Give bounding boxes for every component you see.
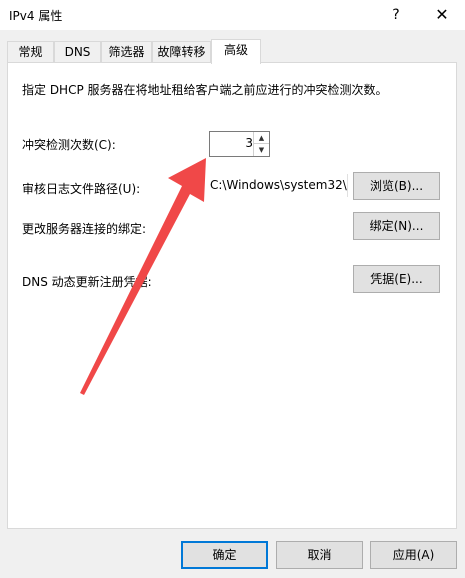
cancel-button[interactable]: 取消 bbox=[276, 541, 363, 569]
conflict-detection-value[interactable]: 3 bbox=[210, 136, 253, 150]
browse-button[interactable]: 浏览(B)... bbox=[353, 172, 440, 200]
bindings-label: 更改服务器连接的绑定: bbox=[22, 222, 147, 236]
conflict-detection-label: 冲突检测次数(C): bbox=[22, 138, 116, 152]
tab-dns[interactable]: DNS bbox=[54, 41, 101, 62]
stepper-buttons: ▲ ▼ bbox=[253, 132, 269, 156]
description-text: 指定 DHCP 服务器在将地址租给客户端之前应进行的冲突检测次数。 bbox=[22, 83, 388, 97]
stepper-down-icon[interactable]: ▼ bbox=[254, 144, 269, 156]
window-title: IPv4 属性 bbox=[9, 9, 63, 23]
dns-credentials-label: DNS 动态更新注册凭据: bbox=[22, 275, 152, 289]
stepper-up-icon[interactable]: ▲ bbox=[254, 132, 269, 144]
tab-general[interactable]: 常规 bbox=[7, 41, 54, 62]
bindings-button[interactable]: 绑定(N)... bbox=[353, 212, 440, 240]
title-bar: IPv4 属性 ? ✕ bbox=[0, 0, 465, 30]
tab-filters[interactable]: 筛选器 bbox=[101, 41, 152, 62]
conflict-detection-stepper[interactable]: 3 ▲ ▼ bbox=[209, 131, 270, 157]
help-button[interactable]: ? bbox=[373, 0, 419, 30]
tab-strip: 常规 DNS 筛选器 故障转移 高级 bbox=[0, 39, 465, 64]
advanced-panel: 指定 DHCP 服务器在将地址租给客户端之前应进行的冲突检测次数。 冲突检测次数… bbox=[7, 62, 457, 529]
close-icon[interactable]: ✕ bbox=[419, 0, 465, 30]
apply-button[interactable]: 应用(A) bbox=[370, 541, 457, 569]
audit-log-path-field[interactable]: C:\Windows\system32\ bbox=[210, 174, 348, 197]
credentials-button[interactable]: 凭据(E)... bbox=[353, 265, 440, 293]
tab-failover[interactable]: 故障转移 bbox=[152, 41, 211, 62]
audit-log-path-label: 审核日志文件路径(U): bbox=[22, 182, 141, 196]
tab-advanced[interactable]: 高级 bbox=[211, 39, 261, 64]
ok-button[interactable]: 确定 bbox=[181, 541, 268, 569]
